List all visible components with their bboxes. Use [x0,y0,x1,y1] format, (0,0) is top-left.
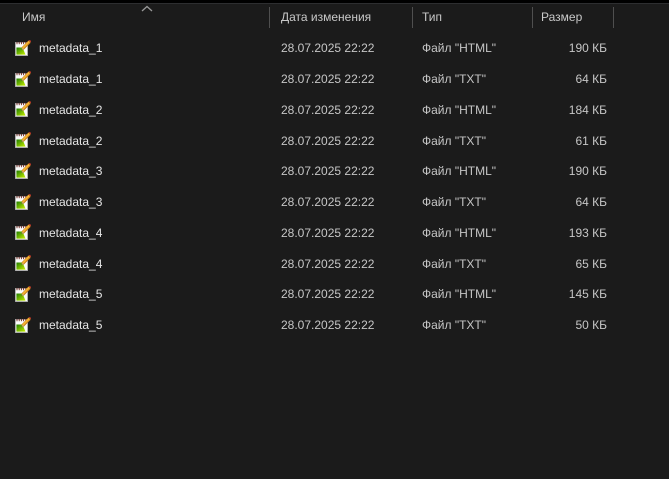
file-modified: 28.07.2025 22:22 [281,102,375,117]
file-type: Файл "HTML" [422,164,497,179]
file-name: metadata_4 [39,256,103,271]
notepad-file-icon [14,255,31,272]
file-modified: 28.07.2025 22:22 [281,225,375,240]
file-size: 145 КБ [568,287,607,302]
file-name: metadata_2 [39,102,103,117]
file-list: metadata_1 28.07.2025 22:22 Файл "HTML" … [0,33,669,341]
file-size: 61 КБ [575,133,607,148]
file-name-cell: metadata_5 [0,317,270,334]
column-header-name-label: Имя [22,10,46,24]
column-header-modified[interactable]: Дата изменения [270,4,413,30]
file-name: metadata_3 [39,164,103,179]
file-name-cell: metadata_1 [0,40,270,57]
column-header-type[interactable]: Тип [413,4,533,30]
file-name-cell: metadata_3 [0,194,270,211]
file-modified: 28.07.2025 22:22 [281,287,375,302]
file-type: Файл "HTML" [422,102,497,117]
file-name: metadata_5 [39,287,103,302]
file-row[interactable]: metadata_4 28.07.2025 22:22 Файл "TXT" 6… [0,248,669,279]
file-size: 190 КБ [568,41,607,56]
column-header-modified-label: Дата изменения [281,10,372,24]
notepad-file-icon [14,40,31,57]
file-name-cell: metadata_5 [0,286,270,303]
file-type: Файл "HTML" [422,287,497,302]
file-row[interactable]: metadata_1 28.07.2025 22:22 Файл "TXT" 6… [0,64,669,95]
file-row[interactable]: metadata_3 28.07.2025 22:22 Файл "TXT" 6… [0,187,669,218]
notepad-file-icon [14,286,31,303]
file-size: 64 КБ [575,195,607,210]
notepad-file-icon [14,194,31,211]
file-size: 184 КБ [568,102,607,117]
file-row[interactable]: metadata_2 28.07.2025 22:22 Файл "TXT" 6… [0,125,669,156]
column-header-type-label: Тип [422,10,443,24]
file-name-cell: metadata_2 [0,132,270,149]
file-type: Файл "TXT" [422,195,487,210]
file-name-cell: metadata_3 [0,163,270,180]
file-modified: 28.07.2025 22:22 [281,256,375,271]
file-name: metadata_5 [39,318,103,333]
file-row[interactable]: metadata_5 28.07.2025 22:22 Файл "HTML" … [0,279,669,310]
file-size: 190 КБ [568,164,607,179]
file-row[interactable]: metadata_4 28.07.2025 22:22 Файл "HTML" … [0,218,669,249]
file-row[interactable]: metadata_3 28.07.2025 22:22 Файл "HTML" … [0,156,669,187]
file-modified: 28.07.2025 22:22 [281,164,375,179]
file-modified: 28.07.2025 22:22 [281,41,375,56]
file-row[interactable]: metadata_1 28.07.2025 22:22 Файл "HTML" … [0,33,669,64]
file-modified: 28.07.2025 22:22 [281,133,375,148]
notepad-file-icon [14,101,31,118]
file-size: 193 КБ [568,225,607,240]
file-row[interactable]: metadata_2 28.07.2025 22:22 Файл "HTML" … [0,95,669,126]
file-modified: 28.07.2025 22:22 [281,195,375,210]
column-header-size-label: Размер [541,10,583,24]
file-name-cell: metadata_2 [0,101,270,118]
file-name-cell: metadata_4 [0,224,270,241]
file-name: metadata_4 [39,225,103,240]
notepad-file-icon [14,71,31,88]
notepad-file-icon [14,224,31,241]
file-modified: 28.07.2025 22:22 [281,318,375,333]
column-header-filler [614,4,669,30]
file-size: 65 КБ [575,256,607,271]
column-header-name[interactable]: Имя [0,4,270,30]
column-header-size[interactable]: Размер [533,4,614,30]
column-header-row: Имя Дата изменения Тип Размер [0,4,669,30]
sort-ascending-icon [141,5,153,12]
file-modified: 28.07.2025 22:22 [281,72,375,87]
file-type: Файл "HTML" [422,225,497,240]
file-name-cell: metadata_4 [0,255,270,272]
file-type: Файл "TXT" [422,133,487,148]
file-name: metadata_1 [39,41,103,56]
file-size: 64 КБ [575,72,607,87]
notepad-file-icon [14,163,31,180]
notepad-file-icon [14,132,31,149]
file-name: metadata_3 [39,195,103,210]
file-size: 50 КБ [575,318,607,333]
file-name: metadata_2 [39,133,103,148]
file-type: Файл "TXT" [422,318,487,333]
file-type: Файл "TXT" [422,72,487,87]
file-type: Файл "HTML" [422,41,497,56]
file-row[interactable]: metadata_5 28.07.2025 22:22 Файл "TXT" 5… [0,310,669,341]
notepad-file-icon [14,317,31,334]
file-name-cell: metadata_1 [0,71,270,88]
file-type: Файл "TXT" [422,256,487,271]
file-name: metadata_1 [39,72,103,87]
